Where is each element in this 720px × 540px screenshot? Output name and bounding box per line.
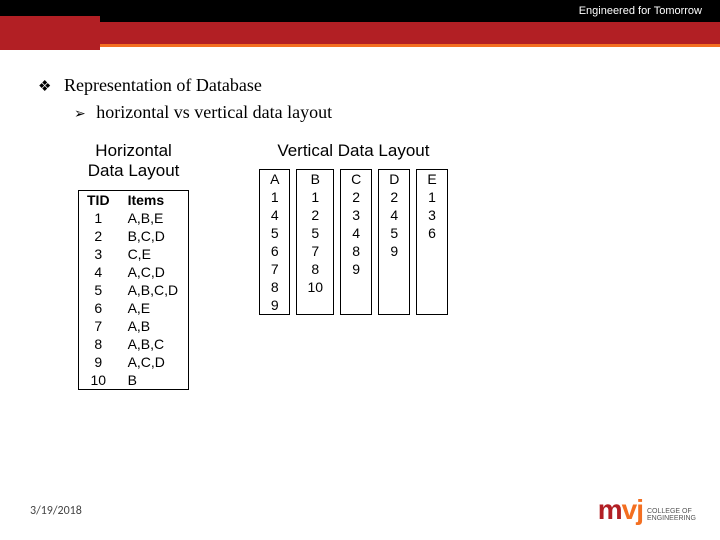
vertical-title: Vertical Data Layout: [259, 141, 448, 161]
vertical-column-table: B1257810: [296, 169, 334, 315]
vertical-column-table: E136: [416, 169, 447, 315]
tagline: Engineered for Tomorrow: [579, 5, 702, 17]
vertical-tables-wrap: A1456789B1257810 C23489 D2459 E136: [259, 169, 448, 315]
table-row: 7A,B: [79, 317, 189, 335]
bullet2-text: horizontal vs vertical data layout: [96, 102, 332, 122]
table-row: 4A,C,D: [79, 263, 189, 281]
table-row: 3C,E: [79, 245, 189, 263]
diamond-icon: ❖: [38, 79, 51, 95]
bullet-level-1: ❖ Representation of Database: [38, 75, 682, 96]
table-row: 5A,B,C,D: [79, 281, 189, 299]
footer-logo: m vj COLLEGE OF ENGINEERING: [598, 494, 696, 526]
table-row: 2B,C,D: [79, 227, 189, 245]
vertical-column-table: A1456789: [259, 169, 290, 315]
col-items: Items: [118, 190, 189, 209]
header-black-bar: Engineered for Tomorrow: [0, 0, 720, 22]
logo-vj: vj: [622, 494, 643, 526]
bullet1-text: Representation of Database: [64, 75, 262, 95]
arrow-icon: ➢: [74, 107, 86, 122]
table-row: 9A,C,D: [79, 353, 189, 371]
horizontal-title: Horizontal Data Layout: [78, 141, 189, 182]
bullet-level-2: ➢ horizontal vs vertical data layout: [74, 102, 682, 123]
table-row: 8A,B,C: [79, 335, 189, 353]
horizontal-layout-figure: Horizontal Data Layout TID Items 1A,B,E2…: [78, 141, 189, 390]
logo-m: m: [598, 494, 622, 526]
logo-subtitle: COLLEGE OF ENGINEERING: [647, 508, 696, 522]
vertical-column-table: C23489: [340, 169, 372, 315]
main-content: ❖ Representation of Database ➢ horizonta…: [0, 47, 720, 390]
vertical-layout-figure: Vertical Data Layout A1456789B1257810 C2…: [259, 141, 448, 390]
vertical-column-table: D2459: [378, 169, 410, 315]
header-red-bar: [0, 22, 720, 44]
footer-date: 3/19/2018: [30, 504, 82, 518]
table-row: 10B: [79, 371, 189, 390]
horizontal-table: TID Items 1A,B,E2B,C,D3C,E4A,C,D5A,B,C,D…: [78, 190, 189, 390]
table-row: 6A,E: [79, 299, 189, 317]
table-row: 1A,B,E: [79, 209, 189, 227]
col-tid: TID: [79, 190, 118, 209]
figures-row: Horizontal Data Layout TID Items 1A,B,E2…: [78, 141, 682, 390]
